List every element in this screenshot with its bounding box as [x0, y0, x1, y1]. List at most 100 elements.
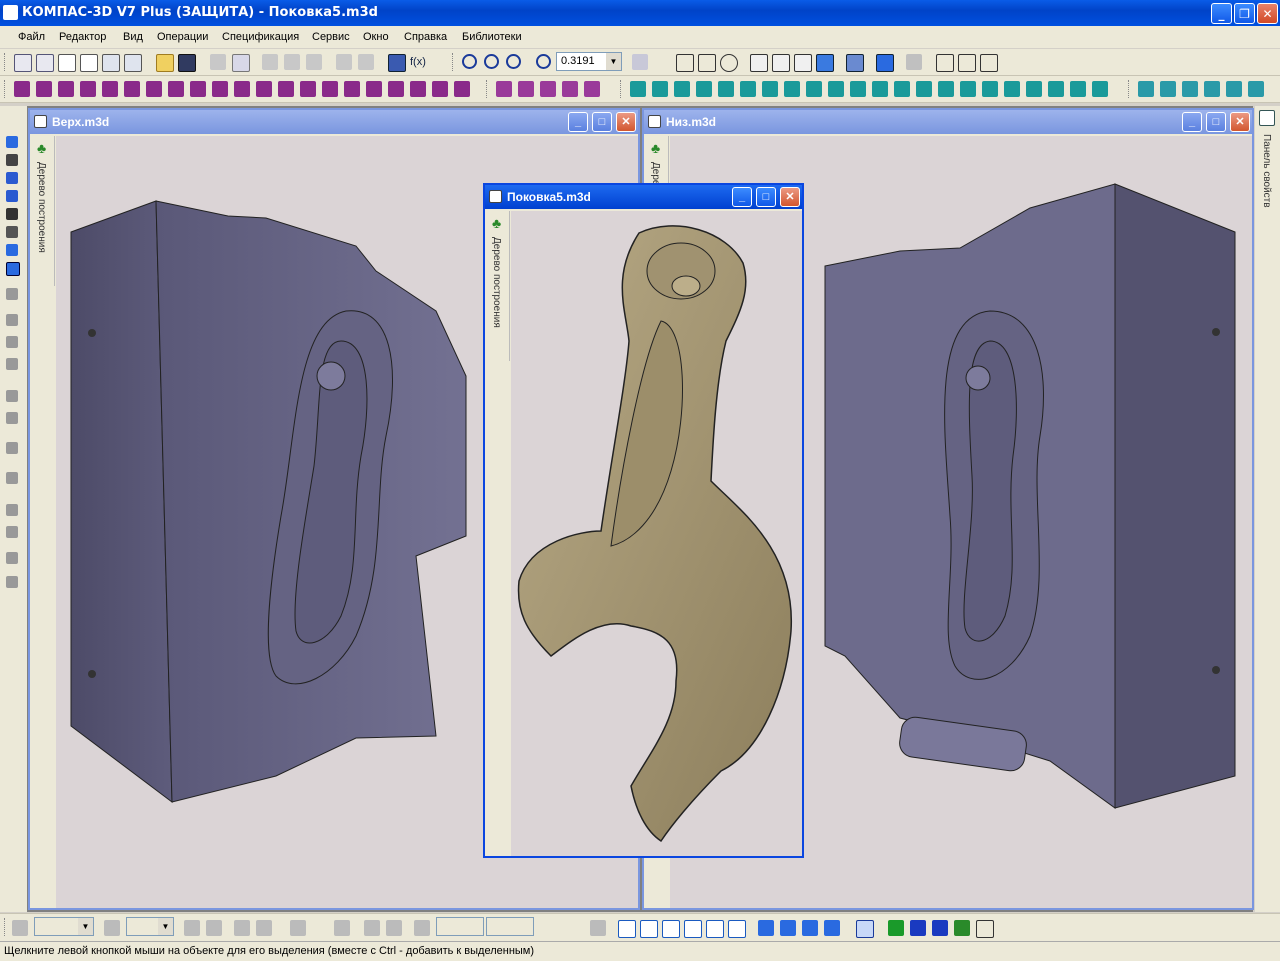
- draft-icon[interactable]: [278, 81, 294, 97]
- print-preview-icon[interactable]: [232, 54, 250, 72]
- toolbar-grip[interactable]: [4, 53, 8, 71]
- mate-icon-1[interactable]: [630, 81, 646, 97]
- select-icon[interactable]: [6, 136, 18, 148]
- menu-help[interactable]: Справка: [404, 31, 447, 43]
- shell-icon[interactable]: [234, 81, 250, 97]
- menu-service[interactable]: Сервис: [312, 31, 350, 43]
- dimension-icon[interactable]: [6, 172, 18, 184]
- hole-icon[interactable]: [300, 81, 316, 97]
- mate-icon-6[interactable]: [740, 81, 756, 97]
- spiral-icon[interactable]: [584, 81, 600, 97]
- zoom-window-icon[interactable]: [462, 54, 477, 69]
- curve-icon[interactable]: [562, 81, 578, 97]
- wireframe-icon[interactable]: [750, 54, 768, 72]
- surface-icon-3[interactable]: [1182, 81, 1198, 97]
- menu-view[interactable]: Вид: [123, 31, 143, 43]
- mate-icon-10[interactable]: [828, 81, 844, 97]
- menu-file[interactable]: Файл: [18, 31, 45, 43]
- iso-view-icon-2[interactable]: [780, 920, 796, 936]
- surface-icon-6[interactable]: [1248, 81, 1264, 97]
- mate-icon-12[interactable]: [872, 81, 888, 97]
- axis-icon[interactable]: [518, 81, 534, 97]
- close-button[interactable]: ✕: [1257, 3, 1278, 24]
- select-filter-icon-4[interactable]: [954, 920, 970, 936]
- cut-surface-icon[interactable]: [388, 81, 404, 97]
- close-button[interactable]: ✕: [1230, 112, 1250, 132]
- mate-icon-9[interactable]: [806, 81, 822, 97]
- maximize-button[interactable]: □: [1206, 112, 1226, 132]
- variables-fx-icon[interactable]: f(x): [410, 54, 426, 70]
- zoom-in-icon[interactable]: [484, 54, 499, 69]
- window-title-bar[interactable]: Верх.m3d _ □ ✕: [30, 110, 638, 134]
- model-tool-icon[interactable]: [6, 262, 20, 276]
- new-part-icon[interactable]: [102, 54, 120, 72]
- mate-icon-13[interactable]: [894, 81, 910, 97]
- mate-icon-15[interactable]: [938, 81, 954, 97]
- zoom-combo[interactable]: 0.3191 ▼: [556, 52, 622, 71]
- pan-icon[interactable]: [676, 54, 694, 72]
- coord-y-field[interactable]: [486, 917, 534, 936]
- select-filter-icon-3[interactable]: [932, 920, 948, 936]
- mate-icon-16[interactable]: [960, 81, 976, 97]
- snap-icon[interactable]: [12, 920, 28, 936]
- menu-operations[interactable]: Операции: [157, 31, 208, 43]
- tool-icon-9[interactable]: [6, 288, 18, 300]
- measure-icon[interactable]: [936, 54, 954, 72]
- redo-icon[interactable]: [358, 54, 374, 70]
- mate-icon-4[interactable]: [696, 81, 712, 97]
- chevron-down-icon[interactable]: ▼: [78, 918, 93, 935]
- view-left-icon[interactable]: [706, 920, 724, 938]
- close-button[interactable]: ✕: [780, 187, 800, 207]
- print-icon[interactable]: [210, 54, 226, 70]
- window-title-bar[interactable]: Низ.m3d _ □ ✕: [644, 110, 1252, 134]
- hidden-lines-icon[interactable]: [772, 54, 790, 72]
- mate-icon-19[interactable]: [1026, 81, 1042, 97]
- maximize-button[interactable]: ❐: [1234, 3, 1255, 24]
- grid-snap-icon[interactable]: [206, 920, 222, 936]
- select-filter-icon-5[interactable]: [976, 920, 994, 938]
- tool-icon-16[interactable]: [6, 472, 18, 484]
- layer-combo[interactable]: ▼: [34, 917, 94, 936]
- mate-icon-22[interactable]: [1092, 81, 1108, 97]
- measure-tool-icon[interactable]: [6, 226, 18, 238]
- toolbar-grip[interactable]: [4, 80, 8, 98]
- mate-icon-5[interactable]: [718, 81, 734, 97]
- tool-icon-14[interactable]: [6, 412, 18, 424]
- tool-icon-10[interactable]: [6, 314, 18, 326]
- window-title-bar[interactable]: Поковка5.m3d _ □ ✕: [485, 185, 802, 209]
- panel-pin-icon[interactable]: [1259, 110, 1275, 126]
- zoom-out-icon[interactable]: [506, 54, 521, 69]
- hidden-thin-icon[interactable]: [794, 54, 812, 72]
- surface-icon-2[interactable]: [1160, 81, 1176, 97]
- chamfer-icon[interactable]: [212, 81, 228, 97]
- local-cs-icon[interactable]: [334, 920, 350, 936]
- surface-icon-1[interactable]: [1138, 81, 1154, 97]
- style-icon[interactable]: [104, 920, 120, 936]
- mate-icon-14[interactable]: [916, 81, 932, 97]
- select-filter-icon-2[interactable]: [910, 920, 926, 936]
- section-icon[interactable]: [906, 54, 922, 70]
- mirror-icon[interactable]: [344, 81, 360, 97]
- surface-icon-4[interactable]: [1204, 81, 1220, 97]
- split-icon[interactable]: [366, 81, 382, 97]
- tool-icon-20[interactable]: [6, 576, 18, 588]
- cut-icon[interactable]: [262, 54, 278, 70]
- cut-extrude-icon[interactable]: [102, 81, 118, 97]
- sketch-icon[interactable]: [540, 81, 556, 97]
- viewport-3d[interactable]: [511, 211, 802, 856]
- boolean-icon[interactable]: [432, 81, 448, 97]
- coord-x-field[interactable]: [436, 917, 484, 936]
- toolbar-grip[interactable]: [1128, 80, 1132, 98]
- mate-icon-7[interactable]: [762, 81, 778, 97]
- undo-icon[interactable]: [336, 54, 352, 70]
- toolbar-grip[interactable]: [620, 80, 624, 98]
- shaded-icon[interactable]: [816, 54, 834, 72]
- minimize-button[interactable]: _: [1211, 3, 1232, 24]
- tree-tab[interactable]: ♣ Дерево построения: [32, 136, 55, 286]
- view-bottom-icon[interactable]: [684, 920, 702, 938]
- ortho-icon[interactable]: [184, 920, 200, 936]
- tree-tab[interactable]: ♣ Дерево построения: [487, 211, 510, 361]
- save-icon[interactable]: [178, 54, 196, 72]
- insert-part-icon[interactable]: [454, 81, 470, 97]
- spec-tool-icon[interactable]: [6, 244, 18, 256]
